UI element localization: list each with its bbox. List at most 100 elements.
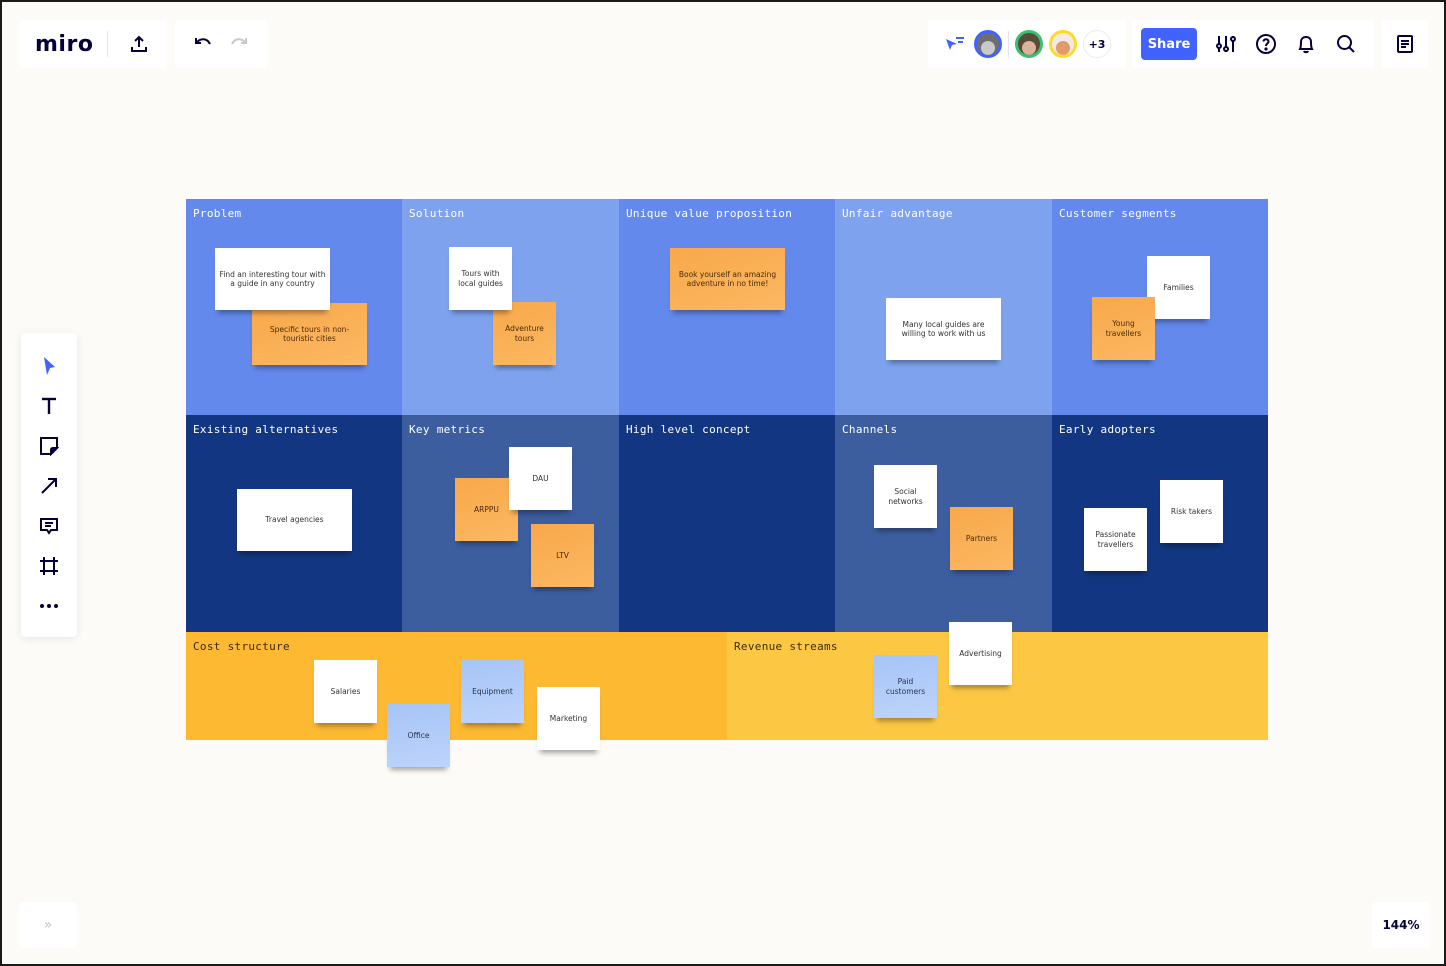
sticky-note[interactable]: Specific tours in non-touristic cities bbox=[252, 303, 367, 365]
upload-icon bbox=[131, 35, 148, 52]
sticky-text: LTV bbox=[556, 550, 569, 560]
sticky-note[interactable]: Book yourself an amazing adventure in no… bbox=[670, 248, 785, 310]
arrow-icon bbox=[41, 478, 57, 494]
sticky-text: Equipment bbox=[472, 686, 513, 696]
tool-frame[interactable] bbox=[34, 551, 64, 581]
cell-channels[interactable]: Channels bbox=[835, 415, 1052, 632]
creation-toolbar bbox=[21, 333, 77, 637]
cell-title: Key metrics bbox=[409, 423, 486, 436]
sticky-text: Specific tours in non-touristic cities bbox=[269, 324, 350, 343]
search-button[interactable] bbox=[1331, 29, 1361, 59]
redo-button[interactable] bbox=[224, 29, 254, 59]
sticky-text: Book yourself an amazing adventure in no… bbox=[678, 269, 777, 288]
avatar-face bbox=[1056, 41, 1070, 55]
undo-icon bbox=[195, 38, 211, 45]
cell-title: Cost structure bbox=[193, 640, 290, 653]
tool-text[interactable] bbox=[34, 391, 64, 421]
cursor-follow-icon bbox=[946, 37, 964, 50]
sticky-note[interactable]: Risk takers bbox=[1160, 480, 1223, 543]
expand-panel-button[interactable]: » bbox=[19, 902, 77, 948]
redo-icon bbox=[231, 38, 247, 45]
avatar[interactable] bbox=[1015, 30, 1043, 58]
avatar[interactable] bbox=[1049, 30, 1077, 58]
sticky-text: ARPPU bbox=[474, 504, 499, 514]
help-icon bbox=[1256, 34, 1276, 54]
sticky-text: Risk takers bbox=[1170, 506, 1213, 516]
cursor-icon bbox=[44, 357, 55, 375]
double-chevron-right-icon: » bbox=[43, 917, 53, 933]
more-icon bbox=[40, 604, 58, 608]
sticky-text: Find an interesting tour with a guide in… bbox=[219, 269, 326, 288]
text-icon bbox=[42, 397, 56, 414]
tool-select[interactable] bbox=[34, 351, 64, 381]
cell-title: Revenue streams bbox=[734, 640, 838, 653]
collaborators-panel: +3 bbox=[928, 20, 1126, 68]
sticky-note[interactable]: Tours with local guides bbox=[449, 247, 512, 310]
sticky-note[interactable]: LTV bbox=[531, 524, 594, 587]
sticky-text: DAU bbox=[532, 473, 549, 483]
cell-title: Customer segments bbox=[1059, 207, 1177, 220]
miro-logo[interactable]: miro bbox=[35, 32, 93, 57]
tool-line[interactable] bbox=[34, 471, 64, 501]
sticky-text: Office bbox=[407, 730, 430, 740]
avatar[interactable] bbox=[974, 30, 1002, 58]
sticky-note[interactable]: Young travellers bbox=[1092, 297, 1155, 360]
more-collaborators-badge[interactable]: +3 bbox=[1083, 30, 1111, 58]
undo-button[interactable] bbox=[188, 29, 218, 59]
board-notes-button[interactable] bbox=[1390, 29, 1420, 59]
sticky-note[interactable]: Partners bbox=[950, 507, 1013, 570]
comment-icon bbox=[40, 518, 58, 535]
help-button[interactable] bbox=[1251, 29, 1281, 59]
sticky-text: Salaries bbox=[330, 686, 361, 696]
sticky-text: Passionate travellers bbox=[1095, 530, 1136, 549]
sticky-text: Advertising bbox=[959, 648, 1002, 658]
cell-title: Early adopters bbox=[1059, 423, 1156, 436]
document-icon bbox=[1397, 35, 1413, 53]
zoom-level-button[interactable]: 144% bbox=[1372, 902, 1430, 948]
sticky-text: Young travellers bbox=[1105, 319, 1142, 338]
undo-redo-panel bbox=[175, 20, 267, 68]
sticky-text: Tours with local guides bbox=[458, 269, 503, 288]
zoom-level: 144% bbox=[1382, 918, 1420, 932]
cell-title: High level concept bbox=[626, 423, 751, 436]
cell-title: Solution bbox=[409, 207, 465, 220]
sticky-note[interactable]: Social networks bbox=[874, 465, 937, 528]
frame-icon bbox=[40, 557, 58, 575]
cell-title: Existing alternatives bbox=[193, 423, 339, 436]
follow-cursor-button[interactable] bbox=[940, 29, 970, 59]
sticky-note[interactable]: Equipment bbox=[461, 660, 524, 723]
cell-cost-structure[interactable]: Cost structure bbox=[186, 632, 727, 740]
avatar-face bbox=[1022, 41, 1036, 55]
settings-button[interactable] bbox=[1211, 29, 1241, 59]
sticky-text: Families bbox=[1163, 282, 1194, 292]
sticky-note[interactable]: Passionate travellers bbox=[1084, 508, 1147, 571]
tool-comment[interactable] bbox=[34, 511, 64, 541]
sticky-note[interactable]: Advertising bbox=[949, 622, 1012, 685]
divider bbox=[107, 31, 109, 57]
cell-title: Unique value proposition bbox=[626, 207, 793, 220]
sticky-text: Paid customers bbox=[885, 677, 926, 696]
sticky-note[interactable]: Office bbox=[387, 704, 450, 767]
sticky-text: Social networks bbox=[888, 487, 923, 506]
tool-sticky-note[interactable] bbox=[34, 431, 64, 461]
actions-panel: Share bbox=[1132, 20, 1374, 68]
cell-title: Problem bbox=[193, 207, 242, 220]
sticky-note[interactable]: Many local guides are willing to work wi… bbox=[886, 298, 1001, 360]
notifications-button[interactable] bbox=[1291, 29, 1321, 59]
sticky-note[interactable]: Travel agencies bbox=[237, 489, 352, 551]
export-button[interactable] bbox=[124, 29, 154, 59]
share-button[interactable]: Share bbox=[1141, 28, 1197, 60]
sticky-note[interactable]: DAU bbox=[509, 447, 572, 510]
bell-icon bbox=[1298, 35, 1314, 54]
sticky-note[interactable]: Paid customers bbox=[874, 655, 937, 718]
sticky-note[interactable]: Find an interesting tour with a guide in… bbox=[215, 248, 330, 310]
sticky-note[interactable]: Salaries bbox=[314, 660, 377, 723]
avatar-face bbox=[981, 41, 995, 55]
sticky-note[interactable]: Families bbox=[1147, 256, 1210, 319]
cell-high-level-concept[interactable]: High level concept bbox=[619, 415, 835, 632]
sticky-note[interactable]: Marketing bbox=[537, 687, 600, 750]
sticky-note[interactable]: Adventure tours bbox=[493, 302, 556, 365]
tool-more[interactable] bbox=[34, 591, 64, 621]
sticky-text: Travel agencies bbox=[265, 515, 324, 525]
sticky-text: Partners bbox=[965, 533, 998, 543]
